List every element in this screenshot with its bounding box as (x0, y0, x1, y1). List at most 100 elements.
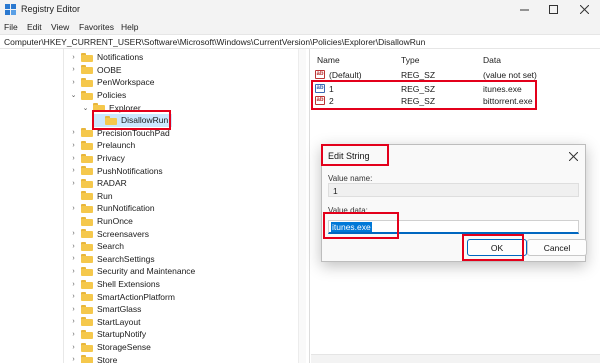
chevron-down-icon[interactable]: ⌄ (81, 104, 90, 112)
folder-icon (81, 140, 93, 150)
tree-item-label: Notifications (97, 52, 144, 63)
address-path[interactable]: Computer\HKEY_CURRENT_USER\Software\Micr… (4, 37, 425, 47)
folder-icon (81, 229, 93, 239)
tree-item[interactable]: › Screensavers (69, 227, 149, 240)
folder-icon (81, 279, 93, 289)
tree-item[interactable]: Run (69, 190, 113, 203)
value-row[interactable]: ab 1 REG_SZ itunes.exe (311, 83, 600, 95)
folder-icon (81, 153, 93, 163)
pane-splitter[interactable] (306, 49, 310, 363)
folder-icon (105, 115, 117, 125)
chevron-right-icon[interactable]: › (69, 180, 78, 187)
chevron-down-icon[interactable]: ⌄ (69, 91, 78, 99)
tree-item[interactable]: › StartLayout (69, 316, 140, 329)
menu-view[interactable]: View (51, 22, 69, 32)
tree-item[interactable]: RunOnce (69, 215, 133, 228)
value-data-input[interactable]: itunes.exe (328, 220, 579, 234)
chevron-right-icon[interactable]: › (69, 79, 78, 86)
tree-item[interactable]: › PrecisionTouchPad (69, 127, 170, 140)
value-type: REG_SZ (401, 96, 436, 106)
tree-item-label: SmartActionPlatform (97, 291, 175, 302)
key-tree: › Notifications › OOBE › PenWorkspace ⌄ Policie… (0, 49, 306, 363)
value-data-text[interactable]: itunes.exe (331, 222, 372, 232)
window-title: Registry Editor (21, 4, 81, 14)
chevron-right-icon[interactable]: › (69, 167, 78, 174)
tree-item[interactable]: › SearchSettings (69, 253, 154, 266)
tree-item-label: StorageSense (97, 342, 151, 353)
tree-item[interactable]: › Shell Extensions (69, 278, 160, 291)
tree-item[interactable]: › Notifications (69, 51, 143, 64)
value-type: REG_SZ (401, 84, 436, 94)
close-window-button[interactable] (568, 0, 600, 19)
chevron-right-icon[interactable]: › (69, 268, 78, 275)
dialog-close-button[interactable] (568, 148, 579, 164)
chevron-right-icon[interactable]: › (69, 344, 78, 351)
tree-item[interactable]: ⌄ Explorer (81, 101, 141, 114)
value-row[interactable]: ab 2 REG_SZ bittorrent.exe (311, 95, 600, 107)
tree-item-label: RunNotification (97, 203, 155, 214)
column-header-name[interactable]: Name (317, 55, 340, 65)
values-horizontal-scrollbar[interactable] (311, 354, 600, 363)
chevron-right-icon[interactable]: › (69, 293, 78, 300)
tree-item[interactable]: › StartupNotify (69, 328, 146, 341)
chevron-right-icon[interactable]: › (69, 230, 78, 237)
tree-item[interactable]: DisallowRun (93, 114, 173, 127)
maximize-button[interactable] (537, 0, 569, 19)
tree-item-label: Store (97, 354, 118, 363)
chevron-right-icon[interactable]: › (69, 306, 78, 313)
value-type: REG_SZ (401, 70, 436, 80)
tree-item[interactable]: ⌄ Policies (69, 89, 127, 102)
tree-item[interactable]: › Prelaunch (69, 139, 135, 152)
address-bar[interactable]: Computer\HKEY_CURRENT_USER\Software\Micr… (0, 34, 600, 49)
value-name: 2 (329, 96, 334, 106)
column-header-type[interactable]: Type (401, 55, 419, 65)
tree-item[interactable]: › Privacy (69, 152, 125, 165)
tree-item[interactable]: › PenWorkspace (69, 76, 154, 89)
chevron-right-icon[interactable]: › (69, 255, 78, 262)
folder-icon (81, 241, 93, 251)
menu-file[interactable]: File (4, 22, 18, 32)
chevron-right-icon[interactable]: › (69, 129, 78, 136)
tree-scrollbar[interactable] (298, 49, 306, 363)
ok-button[interactable]: OK (467, 239, 527, 256)
chevron-right-icon[interactable]: › (69, 54, 78, 61)
tree-item[interactable]: › RunNotification (69, 202, 155, 215)
tree-item[interactable]: › Search (69, 240, 124, 253)
folder-icon (81, 266, 93, 276)
tree-item-label: PrecisionTouchPad (97, 127, 170, 138)
tree-item[interactable]: › Security and Maintenance (69, 265, 195, 278)
tree-item[interactable]: › OOBE (69, 64, 121, 77)
tree-item-label: Screensavers (97, 228, 149, 239)
value-row[interactable]: ab (Default) REG_SZ (value not set) (311, 69, 600, 81)
cancel-button[interactable]: Cancel (527, 239, 587, 256)
value-data: bittorrent.exe (483, 96, 533, 106)
tree-item[interactable]: › Store (69, 353, 117, 363)
menu-favorites[interactable]: Favorites (79, 22, 114, 32)
chevron-right-icon[interactable]: › (69, 66, 78, 73)
folder-icon (81, 77, 93, 87)
tree-item[interactable]: › RADAR (69, 177, 127, 190)
chevron-right-icon[interactable]: › (69, 142, 78, 149)
chevron-right-icon[interactable]: › (69, 318, 78, 325)
value-name-field: 1 (328, 183, 579, 197)
tree-item[interactable]: › StorageSense (69, 341, 151, 354)
folder-icon (81, 355, 93, 363)
tree-item[interactable]: › SmartGlass (69, 303, 141, 316)
chevron-right-icon[interactable]: › (69, 243, 78, 250)
menu-help[interactable]: Help (121, 22, 138, 32)
chevron-right-icon[interactable]: › (69, 281, 78, 288)
tree-item-label: RADAR (97, 178, 127, 189)
tree-item[interactable]: › SmartActionPlatform (69, 290, 175, 303)
tree-item-label: PushNotifications (97, 165, 163, 176)
column-header-data[interactable]: Data (483, 55, 501, 65)
chevron-right-icon[interactable]: › (69, 331, 78, 338)
minimize-icon (519, 9, 529, 11)
chevron-right-icon[interactable]: › (69, 356, 78, 363)
chevron-right-icon[interactable]: › (69, 205, 78, 212)
tree-item-label: DisallowRun (121, 115, 169, 126)
menu-edit[interactable]: Edit (27, 22, 42, 32)
value-name: (Default) (329, 70, 362, 80)
tree-item[interactable]: › PushNotifications (69, 164, 163, 177)
minimize-button[interactable] (508, 0, 540, 19)
chevron-right-icon[interactable]: › (69, 155, 78, 162)
